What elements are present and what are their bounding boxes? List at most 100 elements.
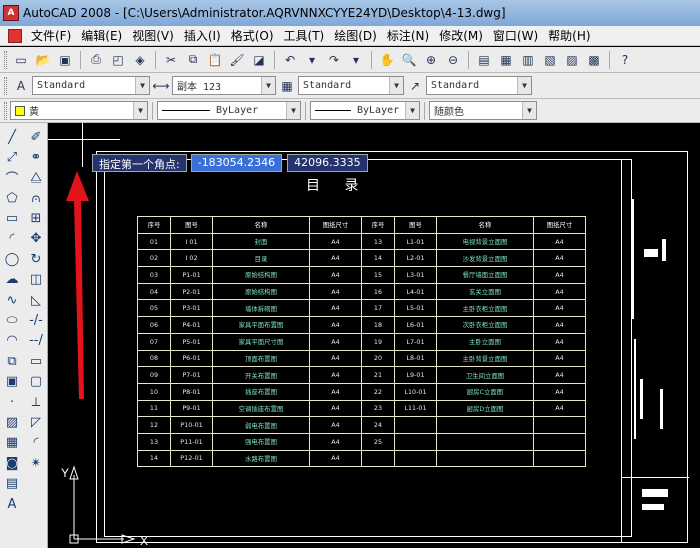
document-icon[interactable] [8, 28, 22, 43]
redo-dropdown-icon[interactable]: ▾ [346, 50, 366, 70]
zoom-previous-icon[interactable]: ⊖ [443, 50, 463, 70]
menu-format[interactable]: 格式(O) [226, 27, 279, 44]
menu-tools[interactable]: 工具(T) [279, 27, 330, 44]
make-block-icon[interactable]: ▣ [1, 372, 23, 392]
match-properties-icon[interactable]: 🖌 [227, 50, 247, 70]
extend-icon[interactable]: --/ [25, 331, 47, 351]
circle-icon[interactable]: ◯ [1, 249, 23, 269]
menu-insert[interactable]: 插入(I) [179, 27, 226, 44]
calculator-icon[interactable]: ▩ [584, 50, 604, 70]
tool-palettes-icon[interactable]: ▥ [518, 50, 538, 70]
table-icon[interactable]: ▤ [1, 474, 23, 494]
rectangle-icon[interactable]: ▭ [1, 209, 23, 229]
menu-window[interactable]: 窗口(W) [488, 27, 543, 44]
plot-style-select[interactable]: 随颜色 ▼ [429, 101, 537, 120]
text-style-icon[interactable]: A [11, 76, 31, 96]
paste-icon[interactable]: 📋 [205, 50, 225, 70]
hatch-icon[interactable]: ▨ [1, 412, 23, 432]
copy-object-icon[interactable]: ⚭ [25, 147, 47, 167]
spline-icon[interactable]: ∿ [1, 290, 23, 310]
menu-modify[interactable]: 修改(M) [434, 27, 488, 44]
toolbar-grip[interactable] [4, 101, 7, 120]
new-icon[interactable]: ▭ [11, 50, 31, 70]
table-style-select[interactable]: Standard ▼ [298, 76, 404, 95]
publish-icon[interactable]: ◈ [130, 50, 150, 70]
dynamic-input-y[interactable]: 42096.3335 [287, 154, 368, 172]
stretch-icon[interactable]: ◺ [25, 290, 47, 310]
chevron-down-icon[interactable]: ▼ [517, 77, 531, 94]
markup-icon[interactable]: ▨ [562, 50, 582, 70]
polygon-icon[interactable]: ⬠ [1, 188, 23, 208]
layer-color-select[interactable]: 黄 ▼ [10, 101, 148, 120]
move-icon[interactable]: ✥ [25, 229, 47, 249]
multiline-text-icon[interactable]: A [1, 494, 23, 514]
explode-icon[interactable]: ✴ [25, 453, 47, 473]
erase-icon[interactable]: ✐ [25, 127, 47, 147]
table-style-icon[interactable]: ▦ [277, 76, 297, 96]
chevron-down-icon[interactable]: ▼ [261, 77, 275, 94]
multileader-style-icon[interactable]: ↗ [405, 76, 425, 96]
menu-file[interactable]: 文件(F) [26, 27, 76, 44]
trim-icon[interactable]: -/- [25, 311, 47, 331]
offset-icon[interactable]: ⩀ [25, 188, 47, 208]
plot-preview-icon[interactable]: ◰ [108, 50, 128, 70]
chamfer-icon[interactable]: ◸ [25, 412, 47, 432]
chevron-down-icon[interactable]: ▼ [405, 102, 419, 119]
cut-icon[interactable]: ✂ [161, 50, 181, 70]
open-icon[interactable]: 📂 [33, 50, 53, 70]
menu-dimension[interactable]: 标注(N) [382, 27, 434, 44]
menu-help[interactable]: 帮助(H) [543, 27, 595, 44]
lineweight-select[interactable]: ByLayer ▼ [310, 101, 420, 120]
block-editor-icon[interactable]: ◪ [249, 50, 269, 70]
linetype-select[interactable]: ByLayer ▼ [157, 101, 301, 120]
menu-draw[interactable]: 绘图(D) [329, 27, 382, 44]
gradient-icon[interactable]: ▦ [1, 433, 23, 453]
undo-dropdown-icon[interactable]: ▾ [302, 50, 322, 70]
menu-view[interactable]: 视图(V) [127, 27, 179, 44]
ellipse-arc-icon[interactable]: ◠ [1, 331, 23, 351]
undo-icon[interactable]: ↶ [280, 50, 300, 70]
zoom-realtime-icon[interactable]: 🔍 [399, 50, 419, 70]
ellipse-icon[interactable]: ⬭ [1, 311, 23, 331]
polyline-icon[interactable]: ⌒ [1, 168, 23, 188]
revision-cloud-icon[interactable]: ☁ [1, 270, 23, 290]
scale-icon[interactable]: ◫ [25, 270, 47, 290]
mirror-icon[interactable]: ⧋ [25, 168, 47, 188]
help-icon[interactable]: ? [615, 50, 635, 70]
rotate-icon[interactable]: ↻ [25, 249, 47, 269]
pan-icon[interactable]: ✋ [377, 50, 397, 70]
array-icon[interactable]: ⊞ [25, 209, 47, 229]
text-style-select[interactable]: Standard ▼ [32, 76, 150, 95]
fillet-icon[interactable]: ◜ [25, 433, 47, 453]
dim-style-icon[interactable]: ⟷ [151, 76, 171, 96]
join-icon[interactable]: ⟂ [25, 392, 47, 412]
multileader-style-select[interactable]: Standard ▼ [426, 76, 532, 95]
autocad-app-icon[interactable]: A [3, 5, 19, 21]
chevron-down-icon[interactable]: ▼ [286, 102, 300, 119]
toolbar-grip[interactable] [4, 76, 7, 95]
redo-icon[interactable]: ↷ [324, 50, 344, 70]
sheet-set-icon[interactable]: ▧ [540, 50, 560, 70]
break-icon[interactable]: ▢ [25, 372, 47, 392]
region-icon[interactable]: ◙ [1, 453, 23, 473]
construction-line-icon[interactable]: ⤢ [1, 147, 23, 167]
dim-style-select[interactable]: 副本 123 ▼ [172, 76, 276, 95]
insert-block-icon[interactable]: ⧉ [1, 351, 23, 371]
chevron-down-icon[interactable]: ▼ [389, 77, 403, 94]
toolbar-grip[interactable] [4, 50, 7, 69]
break-at-point-icon[interactable]: ▭ [25, 351, 47, 371]
save-icon[interactable]: ▣ [55, 50, 75, 70]
chevron-down-icon[interactable]: ▼ [135, 77, 149, 94]
arc-icon[interactable]: ◜ [1, 229, 23, 249]
menu-edit[interactable]: 编辑(E) [76, 27, 127, 44]
chevron-down-icon[interactable]: ▼ [522, 102, 536, 119]
drawing-canvas[interactable]: 指定第一个角点: -183054.2346 42096.3335 目 录 序号 … [48, 123, 700, 548]
chevron-down-icon[interactable]: ▼ [133, 102, 147, 119]
line-icon[interactable]: ╱ [1, 127, 23, 147]
plot-icon[interactable]: ⎙ [86, 50, 106, 70]
design-center-icon[interactable]: ▦ [496, 50, 516, 70]
point-icon[interactable]: · [1, 392, 23, 412]
zoom-window-icon[interactable]: ⊕ [421, 50, 441, 70]
copy-icon[interactable]: ⧉ [183, 50, 203, 70]
properties-icon[interactable]: ▤ [474, 50, 494, 70]
